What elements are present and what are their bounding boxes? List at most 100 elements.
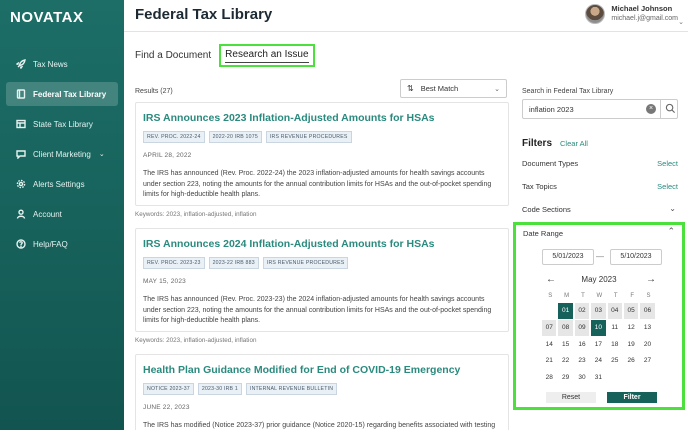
- sidebar-nav: Tax News Federal Tax Library State Tax L…: [0, 52, 124, 262]
- calendar-day[interactable]: 12: [624, 320, 638, 336]
- chevron-up-icon[interactable]: ⌃: [667, 226, 675, 237]
- badge-list: NOTICE 2023-37 2023-30 IRB 1 INTERNAL RE…: [143, 383, 501, 395]
- clear-icon[interactable]: ×: [646, 104, 656, 114]
- calendar-day[interactable]: 05: [623, 303, 639, 319]
- sidebar-item-alerts-settings[interactable]: Alerts Settings: [6, 172, 118, 196]
- weekday-label: T: [581, 293, 585, 299]
- citation-badge: REV. PROC. 2023-23: [143, 257, 205, 269]
- citation-badge: 2023-30 IRB 1: [197, 383, 242, 395]
- weekday-label: W: [596, 293, 603, 299]
- calendar-day[interactable]: 01: [558, 303, 573, 319]
- calendar-day[interactable]: 16: [575, 337, 589, 353]
- filter-tax-topics[interactable]: Tax Topics Select: [522, 182, 678, 191]
- calendar-day[interactable]: 02: [574, 303, 590, 319]
- calendar-day[interactable]: 26: [624, 353, 638, 369]
- sidebar-item-state-tax-library[interactable]: State Tax Library: [6, 112, 118, 136]
- result-summary: The IRS has modified (Notice 2023-37) pr…: [143, 422, 496, 429]
- calendar-day[interactable]: 21: [542, 353, 556, 369]
- weekday-label: S: [646, 293, 651, 299]
- user-name: Michael Johnson: [611, 4, 673, 13]
- calendar-day[interactable]: 28: [542, 370, 556, 386]
- result-date: APRIL 28, 2022: [143, 152, 192, 159]
- sidebar-item-help-faq[interactable]: Help/FAQ: [6, 232, 118, 256]
- clear-all-link[interactable]: Clear All: [560, 139, 588, 148]
- filter-document-types[interactable]: Document Types Select: [522, 159, 678, 168]
- calendar-day[interactable]: 22: [558, 353, 572, 369]
- sidebar-item-federal-tax-library[interactable]: Federal Tax Library: [6, 82, 118, 106]
- sidebar-item-account[interactable]: Account: [6, 202, 118, 226]
- search-icon[interactable]: [665, 103, 676, 114]
- filter-button[interactable]: Filter: [607, 392, 657, 403]
- tab-research-an-issue[interactable]: Research an Issue: [219, 44, 315, 67]
- result-title[interactable]: IRS Announces 2023 Inflation-Adjusted Am…: [143, 112, 501, 124]
- search-input[interactable]: inflation 2023 ×: [522, 99, 678, 119]
- user-menu[interactable]: Michael Johnson michael.j@gmail.com: [585, 4, 678, 24]
- sidebar-item-label: Federal Tax Library: [33, 89, 107, 99]
- calendar-day[interactable]: 18: [608, 337, 622, 353]
- category-badge: INTERNAL REVENUE BULLETIN: [245, 383, 338, 395]
- select-link[interactable]: Select: [657, 159, 678, 168]
- calendar-day[interactable]: 20: [640, 337, 654, 353]
- calendar-day[interactable]: 17: [591, 337, 605, 353]
- calendar-day[interactable]: 08: [558, 319, 573, 336]
- calendar-day[interactable]: 29: [558, 370, 572, 386]
- date-separator: —: [596, 252, 604, 261]
- calendar-day[interactable]: 30: [575, 370, 589, 386]
- calendar-day[interactable]: 19: [624, 337, 638, 353]
- sidebar-item-label: Tax News: [33, 59, 68, 69]
- calendar-day[interactable]: 15: [558, 337, 572, 353]
- weekday-label: T: [613, 293, 618, 299]
- filters-header: Filters Clear All: [522, 138, 588, 149]
- tab-find-a-document[interactable]: Find a Document: [135, 50, 211, 61]
- app-logo[interactable]: NOVATAX: [10, 9, 84, 26]
- calendar-day[interactable]: 25: [608, 353, 622, 369]
- select-link[interactable]: Select: [657, 182, 678, 191]
- calendar-day[interactable]: 31: [591, 370, 605, 386]
- tab-label: Research an Issue: [225, 49, 309, 63]
- calendar-day[interactable]: 27: [640, 353, 654, 369]
- table-icon: [15, 119, 26, 130]
- chevron-down-icon[interactable]: ⌄: [678, 18, 684, 26]
- calendar-day[interactable]: 07: [542, 319, 557, 336]
- calendar-day[interactable]: 13: [640, 320, 654, 336]
- sidebar-item-label: Alerts Settings: [33, 179, 85, 189]
- sidebar-item-tax-news[interactable]: Tax News: [6, 52, 118, 76]
- sidebar-item-label: Account: [33, 209, 62, 219]
- citation-badge: NOTICE 2023-37: [143, 383, 194, 395]
- date-to-input[interactable]: 5/10/2023: [610, 249, 662, 265]
- calendar-day[interactable]: 11: [608, 320, 622, 336]
- sidebar-item-client-marketing[interactable]: Client Marketing ⌄: [6, 142, 118, 166]
- avatar[interactable]: [585, 4, 606, 24]
- chat-icon: [15, 149, 26, 160]
- result-title[interactable]: Health Plan Guidance Modified for End of…: [143, 364, 501, 376]
- arrow-right-icon[interactable]: →: [644, 273, 658, 287]
- sidebar-item-label: Client Marketing: [33, 149, 91, 159]
- search-value: inflation 2023: [529, 104, 574, 114]
- calendar-day[interactable]: 06: [640, 303, 655, 319]
- calendar-day[interactable]: 10: [591, 319, 606, 336]
- result-card[interactable]: IRS Announces 2024 Inflation-Adjusted Am…: [135, 228, 509, 332]
- category-badge: IRS REVENUE PROCEDURES: [262, 257, 349, 269]
- sort-icon: ⇅: [407, 84, 414, 93]
- question-icon: [15, 239, 26, 250]
- calendar-day[interactable]: 03: [591, 303, 606, 319]
- result-title[interactable]: IRS Announces 2024 Inflation-Adjusted Am…: [143, 238, 501, 250]
- weekday-label: F: [630, 293, 634, 299]
- calendar-day[interactable]: 24: [591, 353, 605, 369]
- date-from-input[interactable]: 5/01/2023: [542, 249, 594, 265]
- calendar-day[interactable]: 04: [607, 303, 622, 319]
- result-keywords: Keywords: 2023, inflation-adjusted, infl…: [135, 337, 257, 344]
- chevron-down-icon: ⌄: [669, 204, 676, 213]
- result-card[interactable]: IRS Announces 2023 Inflation-Adjusted Am…: [135, 102, 509, 206]
- sidebar-item-label: State Tax Library: [33, 119, 93, 129]
- calendar-day[interactable]: 23: [575, 353, 589, 369]
- calendar-day[interactable]: 09: [574, 319, 590, 336]
- filter-code-sections[interactable]: Code Sections ⌄: [522, 204, 678, 214]
- badge-list: REV. PROC. 2022-24 2022-20 IRB 1075 IRS …: [143, 131, 501, 143]
- reset-button[interactable]: Reset: [546, 392, 596, 403]
- category-badge: IRS REVENUE PROCEDURES: [265, 131, 352, 143]
- calendar-day[interactable]: 14: [542, 337, 556, 353]
- weekday-label: S: [548, 293, 553, 299]
- result-card[interactable]: Health Plan Guidance Modified for End of…: [135, 354, 509, 430]
- sort-dropdown[interactable]: ⇅ Best Match ⌄: [400, 79, 507, 98]
